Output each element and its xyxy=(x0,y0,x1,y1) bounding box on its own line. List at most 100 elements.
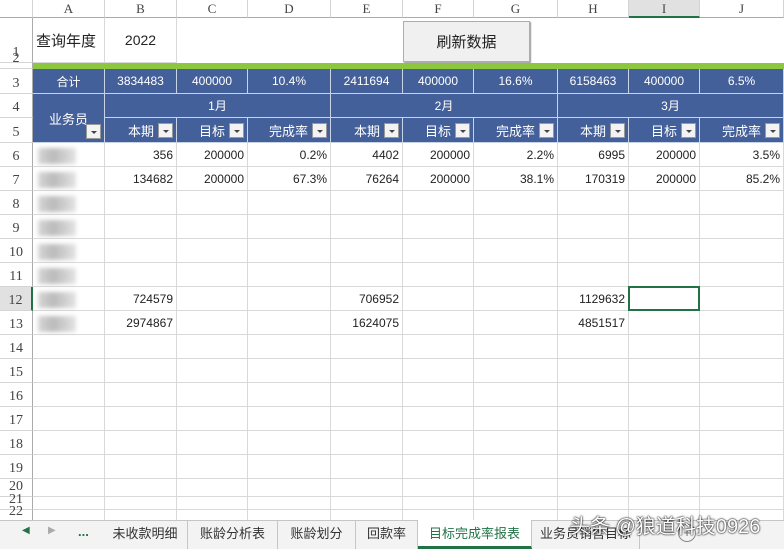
cell[interactable] xyxy=(331,335,403,359)
cell[interactable] xyxy=(105,431,177,455)
cell[interactable] xyxy=(629,383,700,407)
column-header-J[interactable]: J xyxy=(700,0,784,18)
filter-dropdown-icon[interactable] xyxy=(229,123,244,138)
row-header-14[interactable]: 14 xyxy=(0,335,33,359)
cell[interactable] xyxy=(177,431,248,455)
data-cell[interactable] xyxy=(403,287,474,311)
cell[interactable] xyxy=(248,335,331,359)
cell[interactable] xyxy=(248,407,331,431)
cell[interactable] xyxy=(474,431,558,455)
cell[interactable] xyxy=(558,497,629,510)
data-cell[interactable] xyxy=(177,263,248,287)
data-cell[interactable] xyxy=(474,239,558,263)
cell[interactable] xyxy=(629,359,700,383)
data-cell[interactable] xyxy=(403,263,474,287)
data-cell[interactable] xyxy=(558,191,629,215)
data-cell[interactable] xyxy=(403,191,474,215)
row-header-16[interactable]: 16 xyxy=(0,383,33,407)
cell[interactable] xyxy=(33,455,105,479)
filter-dropdown-icon[interactable] xyxy=(610,123,625,138)
data-cell[interactable] xyxy=(700,191,784,215)
cell[interactable] xyxy=(700,407,784,431)
column-header-C[interactable]: C xyxy=(177,0,248,18)
data-cell[interactable] xyxy=(700,239,784,263)
row-header-7[interactable]: 7 xyxy=(0,167,33,191)
refresh-data-button[interactable]: 刷新数据 xyxy=(403,21,530,62)
cell[interactable] xyxy=(177,455,248,479)
cell[interactable] xyxy=(105,479,177,497)
cell[interactable] xyxy=(629,455,700,479)
cell[interactable] xyxy=(33,479,105,497)
cell[interactable] xyxy=(403,431,474,455)
column-header-F[interactable]: F xyxy=(403,0,474,18)
cell[interactable] xyxy=(558,431,629,455)
filter-dropdown-icon[interactable] xyxy=(158,123,173,138)
column-header-G[interactable]: G xyxy=(474,0,558,18)
data-cell[interactable] xyxy=(248,311,331,335)
cell[interactable] xyxy=(33,407,105,431)
cell[interactable] xyxy=(105,407,177,431)
row-header-12[interactable]: 12 xyxy=(0,287,33,311)
cell[interactable] xyxy=(248,455,331,479)
cell[interactable] xyxy=(403,335,474,359)
data-cell[interactable] xyxy=(558,239,629,263)
data-cell[interactable] xyxy=(629,191,700,215)
row-header-9[interactable]: 9 xyxy=(0,215,33,239)
cell[interactable] xyxy=(33,383,105,407)
data-cell[interactable]: 2974867 xyxy=(105,311,177,335)
data-cell[interactable]: 200000 xyxy=(403,143,474,167)
cell[interactable] xyxy=(177,335,248,359)
column-header-A[interactable]: A xyxy=(33,0,105,18)
data-cell[interactable] xyxy=(105,239,177,263)
cell[interactable] xyxy=(403,407,474,431)
query-year-value[interactable]: 2022 xyxy=(105,18,177,63)
data-cell[interactable] xyxy=(474,263,558,287)
data-cell[interactable]: 200000 xyxy=(403,167,474,191)
data-cell[interactable] xyxy=(105,263,177,287)
data-cell[interactable]: 67.3% xyxy=(248,167,331,191)
cell[interactable] xyxy=(105,497,177,510)
select-all-corner[interactable] xyxy=(0,0,33,18)
data-cell[interactable] xyxy=(700,311,784,335)
data-cell[interactable] xyxy=(403,215,474,239)
data-cell[interactable] xyxy=(331,215,403,239)
data-cell[interactable] xyxy=(331,239,403,263)
data-cell[interactable] xyxy=(177,239,248,263)
cell[interactable] xyxy=(629,479,700,497)
cell[interactable] xyxy=(331,407,403,431)
data-cell[interactable]: 356 xyxy=(105,143,177,167)
data-cell[interactable] xyxy=(700,287,784,311)
more-tabs-button[interactable]: ... xyxy=(78,524,89,539)
cell[interactable] xyxy=(558,383,629,407)
row-header-18[interactable]: 18 xyxy=(0,431,33,455)
cell[interactable] xyxy=(177,479,248,497)
cell[interactable] xyxy=(474,407,558,431)
cell[interactable] xyxy=(700,479,784,497)
column-header-I[interactable]: I xyxy=(629,0,700,18)
cell[interactable] xyxy=(33,497,105,510)
row-header-19[interactable]: 19 xyxy=(0,455,33,479)
data-cell[interactable]: 76264 xyxy=(331,167,403,191)
cell[interactable] xyxy=(700,335,784,359)
data-cell[interactable]: 85.2% xyxy=(700,167,784,191)
column-header-B[interactable]: B xyxy=(105,0,177,18)
column-header-H[interactable]: H xyxy=(558,0,629,18)
data-cell[interactable]: 200000 xyxy=(629,143,700,167)
cell[interactable] xyxy=(474,455,558,479)
cell[interactable] xyxy=(105,335,177,359)
cell[interactable] xyxy=(33,335,105,359)
cell[interactable] xyxy=(558,407,629,431)
data-cell[interactable]: 4851517 xyxy=(558,311,629,335)
cell[interactable] xyxy=(474,335,558,359)
cell[interactable] xyxy=(558,479,629,497)
data-cell[interactable] xyxy=(474,191,558,215)
cell[interactable] xyxy=(248,431,331,455)
data-cell[interactable]: 200000 xyxy=(177,167,248,191)
sheet-tab[interactable]: 回款率 xyxy=(356,520,418,549)
data-cell[interactable]: 1129632 xyxy=(558,287,629,311)
row-header-17[interactable]: 17 xyxy=(0,407,33,431)
cell[interactable] xyxy=(177,383,248,407)
column-header-E[interactable]: E xyxy=(331,0,403,18)
cell[interactable] xyxy=(105,359,177,383)
filter-dropdown-icon[interactable] xyxy=(86,124,101,139)
